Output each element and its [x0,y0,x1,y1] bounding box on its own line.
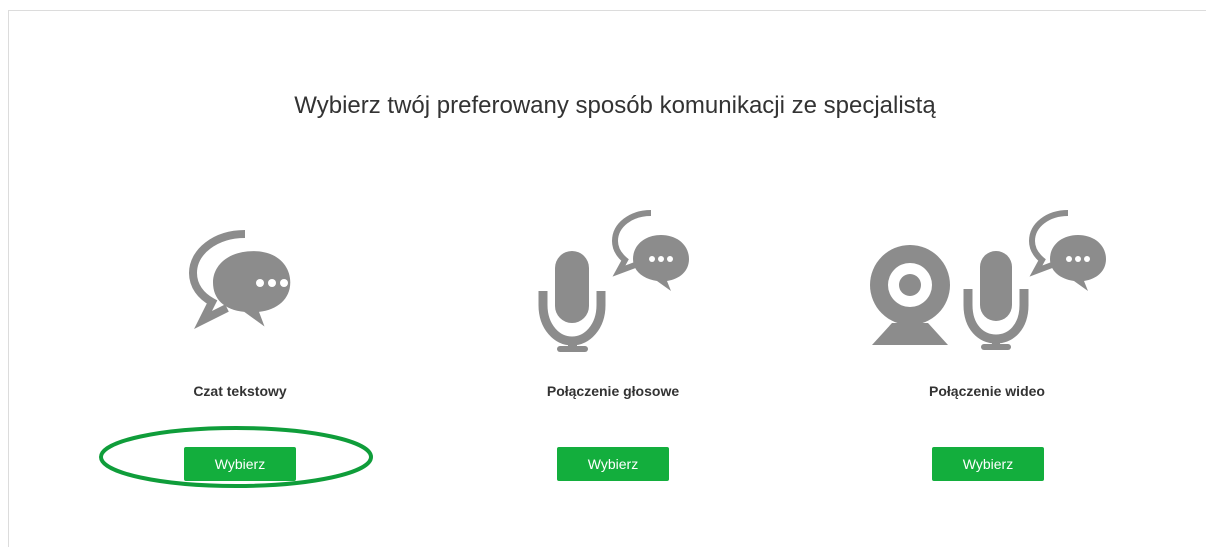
microphone-chat-icon [463,200,763,360]
chat-bubbles-icon [90,200,390,360]
option-label: Połączenie wideo [929,383,1045,399]
option-voice-call: Połączenie głosowe Wybierz [463,200,763,500]
option-label: Połączenie głosowe [546,383,680,399]
webcam-microphone-chat-icon [837,200,1137,360]
select-video-call-button[interactable]: Wybierz [932,447,1044,481]
option-video-call: Połączenie wideo Wybierz [837,200,1137,500]
highlight-ellipse [99,426,373,488]
page-title: Wybierz twój preferowany sposób komunika… [294,92,936,119]
select-voice-call-button[interactable]: Wybierz [557,447,669,481]
option-label: Czat tekstowy [193,383,287,399]
